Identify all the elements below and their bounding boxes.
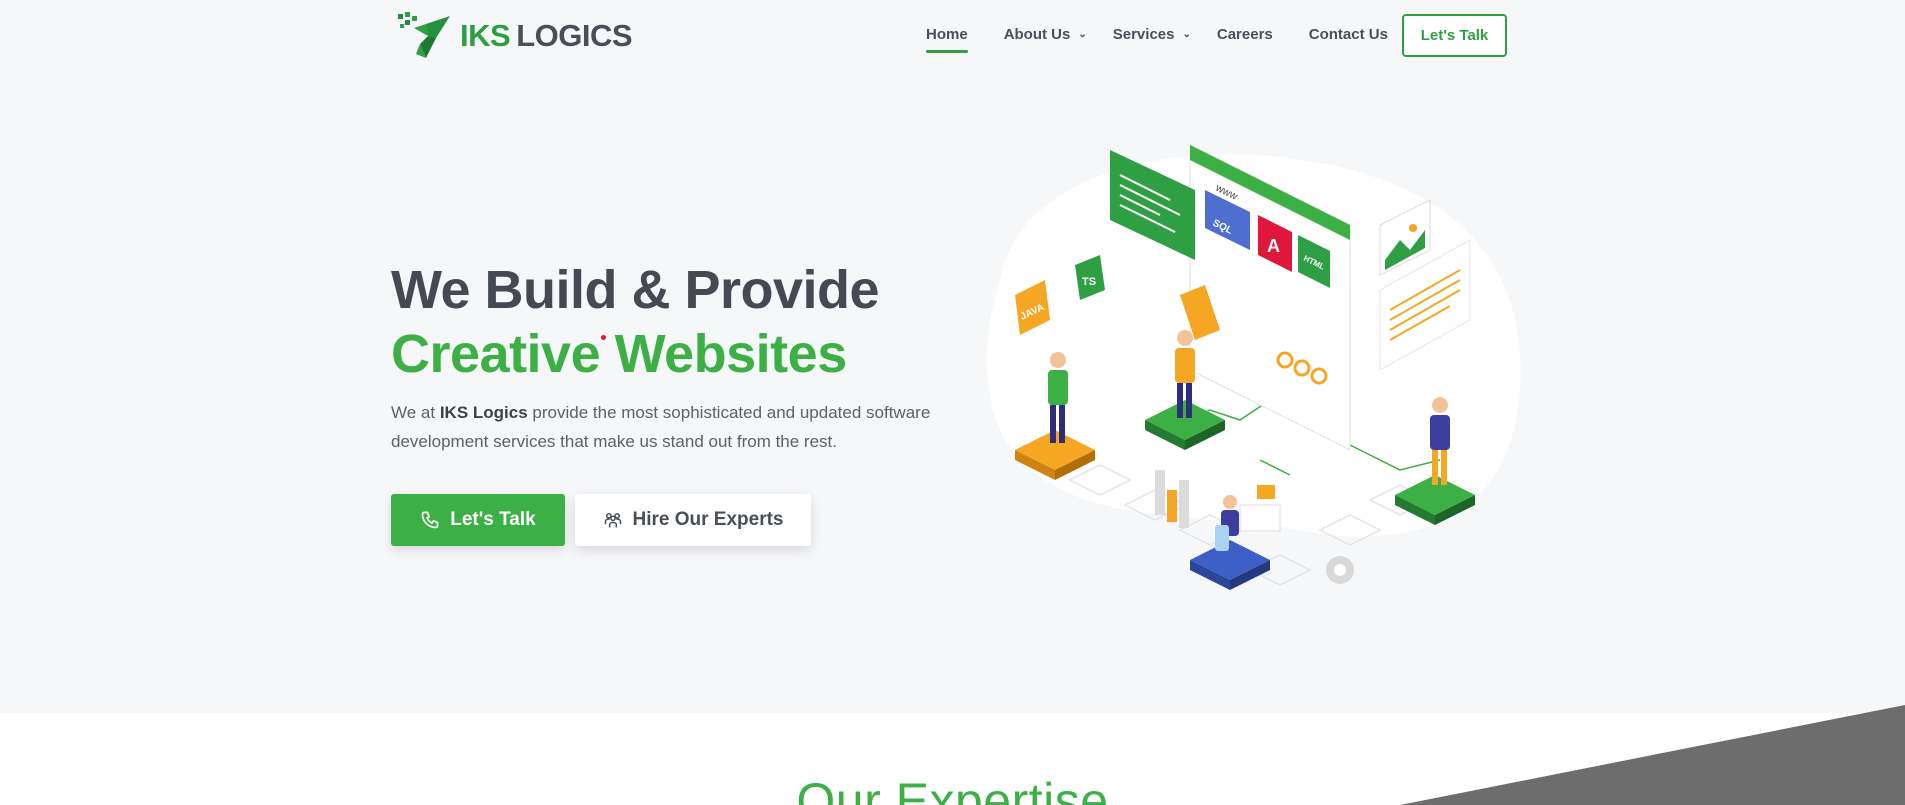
hire-experts-label: Hire Our Experts xyxy=(632,509,784,530)
hero-title-line2: Creative Websites xyxy=(391,324,847,384)
team-icon xyxy=(604,513,621,528)
logo-text-secondary: LOGICS xyxy=(516,18,633,53)
nav-item-label: Home xyxy=(926,26,968,43)
page: IKS LOGICS Home About Us ⌄ Services ⌄ Car… xyxy=(0,0,1905,805)
chevron-down-icon: ⌄ xyxy=(1078,29,1087,40)
hire-experts-button[interactable]: Hire Our Experts xyxy=(575,494,811,546)
nav-item-services[interactable]: Services ⌄ xyxy=(1113,26,1191,43)
logo-bird-icon xyxy=(398,12,450,58)
hero-desc-brand: IKS Logics xyxy=(439,403,528,422)
chevron-down-icon: ⌄ xyxy=(1182,29,1191,40)
nav-item-label: About Us xyxy=(1003,26,1071,43)
hero-description: We at IKS Logics provide the most sophis… xyxy=(391,398,951,456)
hero-illustration: SQL A HTML WWW JAVA TS xyxy=(986,144,1521,590)
lets-talk-label: Let's Talk xyxy=(450,509,536,530)
logo-text-primary: IKS xyxy=(460,18,511,53)
section-heading: Our Expertise xyxy=(796,773,1109,805)
phone-icon xyxy=(421,511,439,529)
decorative-dot xyxy=(601,335,606,340)
svg-text:TS: TS xyxy=(1082,276,1096,288)
nav-item-label: Services xyxy=(1112,26,1175,43)
hero-title: We Build & Provide Creative Websites xyxy=(391,258,880,386)
nav-item-label: Contact Us xyxy=(1308,26,1388,43)
nav-item-home[interactable]: Home xyxy=(926,26,968,53)
nav-item-label: Careers xyxy=(1216,26,1273,43)
nav-item-careers[interactable]: Careers xyxy=(1217,26,1273,43)
nav-item-about-us[interactable]: About Us ⌄ xyxy=(1004,26,1087,43)
hero-desc-prefix: We at xyxy=(391,403,440,422)
main-nav: Home About Us ⌄ Services ⌄ Careers Conta… xyxy=(926,26,1388,53)
svg-text:A: A xyxy=(1267,236,1280,256)
hero-title-line1: We Build & Provide xyxy=(391,260,880,320)
nav-item-contact-us[interactable]: Contact Us xyxy=(1309,26,1388,43)
lets-talk-button[interactable]: Let's Talk xyxy=(391,494,565,546)
header-lets-talk-button[interactable]: Let's Talk xyxy=(1402,14,1507,57)
logo[interactable]: IKS LOGICS xyxy=(396,10,633,62)
